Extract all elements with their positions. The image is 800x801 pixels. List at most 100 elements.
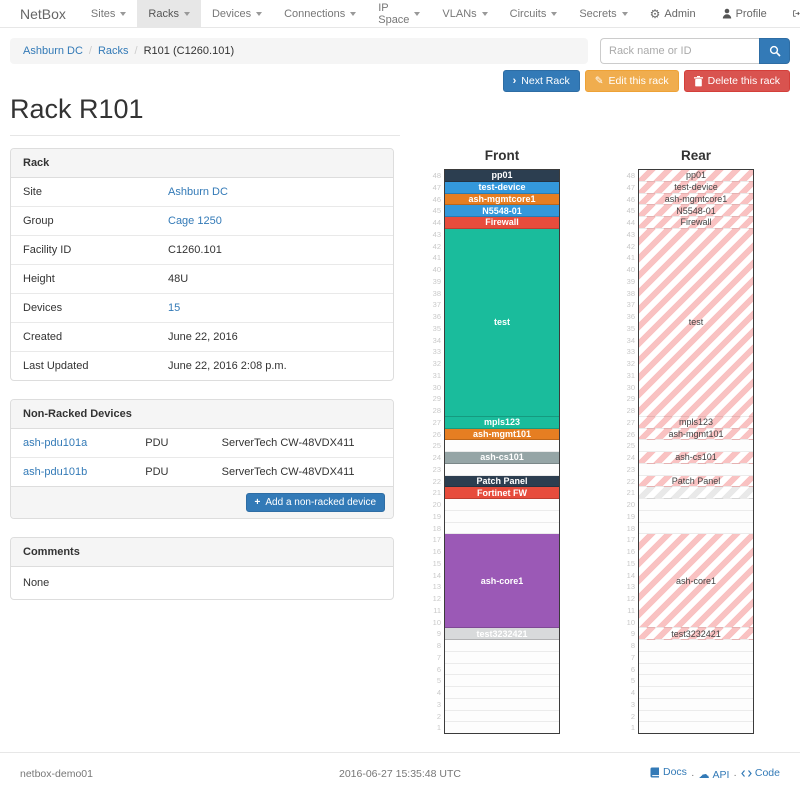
unit-number: 44 xyxy=(624,217,638,229)
rack-device-pp01[interactable]: pp01 xyxy=(639,170,753,182)
unit-number: 1 xyxy=(624,722,638,734)
unit-number: 32 xyxy=(430,358,444,370)
front-rack-grid: pp01test-deviceash-mgmtcore1N5548-01Fire… xyxy=(444,169,560,734)
api-link[interactable]: ☁API xyxy=(698,769,729,781)
rack-device-ash-mgmt101[interactable]: ash-mgmt101 xyxy=(639,429,753,441)
device-link[interactable]: ash-pdu101b xyxy=(23,466,87,478)
rack-device-pp01[interactable]: pp01 xyxy=(445,170,559,182)
add-non-racked-device-button[interactable]: +Add a non-racked device xyxy=(246,493,385,512)
group-link[interactable]: Cage 1250 xyxy=(168,215,222,227)
docs-link[interactable]: Docs xyxy=(650,766,687,778)
table-row: SiteAshburn DC xyxy=(11,178,393,207)
unit-number: 24 xyxy=(430,452,444,464)
rack-device-mpls123[interactable]: mpls123 xyxy=(639,417,753,429)
unit-numbers-column: 4847464544434241403938373635343332313029… xyxy=(624,169,638,734)
brand[interactable]: NetBox xyxy=(6,0,80,27)
unit-number: 35 xyxy=(624,323,638,335)
edit-rack-button[interactable]: ✎ Edit this rack xyxy=(585,70,679,92)
caret-down-icon xyxy=(414,12,420,16)
next-rack-button[interactable]: ›Next Rack xyxy=(503,70,580,92)
table-row: Last UpdatedJune 22, 2016 2:08 p.m. xyxy=(11,352,393,381)
main-content: Rack SiteAshburn DC GroupCage 1250 Facil… xyxy=(0,148,800,734)
cloud-icon: ☁ xyxy=(698,770,709,781)
book-icon xyxy=(650,767,660,778)
breadcrumb-separator: / xyxy=(135,45,138,57)
device-link[interactable]: ash-pdu101a xyxy=(23,437,87,449)
left-column: Rack SiteAshburn DC GroupCage 1250 Facil… xyxy=(10,148,394,618)
unit-number: 13 xyxy=(624,581,638,593)
site-link[interactable]: Ashburn DC xyxy=(168,186,228,198)
attr-label: Height xyxy=(11,265,156,294)
nav-item-label: VLANs xyxy=(442,8,476,20)
unit-number: 8 xyxy=(430,640,444,652)
rack-device-firewall[interactable]: Firewall xyxy=(445,217,559,229)
rack-unit-empty xyxy=(639,699,753,711)
admin-link[interactable]: ⚙ Admin xyxy=(639,7,707,21)
rack-device-ash-cs101[interactable]: ash-cs101 xyxy=(639,452,753,464)
rack-device-n5548-01[interactable]: N5548-01 xyxy=(639,205,753,217)
rack-device-ash-mgmt101[interactable]: ash-mgmt101 xyxy=(445,429,559,441)
breadcrumb-site-link[interactable]: Ashburn DC xyxy=(23,45,83,57)
rack-device-ash-core1[interactable]: ash-core1 xyxy=(639,534,753,628)
rack-device-ash-mgmtcore1[interactable]: ash-mgmtcore1 xyxy=(445,194,559,206)
rack-device-test[interactable]: test xyxy=(639,229,753,417)
rack-device-patch-panel[interactable]: Patch Panel xyxy=(639,476,753,488)
nav-item-secrets[interactable]: Secrets xyxy=(568,0,638,27)
unit-number: 42 xyxy=(430,241,444,253)
rack-device-mpls123[interactable]: mpls123 xyxy=(445,417,559,429)
rear-rack-grid: pp01test-deviceash-mgmtcore1N5548-01Fire… xyxy=(638,169,754,734)
rack-device-test3232421[interactable]: test3232421 xyxy=(445,628,559,640)
nav-item-racks[interactable]: Racks xyxy=(137,0,201,27)
rack-device-n5548-01[interactable]: N5548-01 xyxy=(445,205,559,217)
rack-device-fortinet-fw[interactable] xyxy=(639,487,753,499)
unit-number: 44 xyxy=(430,217,444,229)
logout-link[interactable]: Log out xyxy=(782,2,800,26)
footer-timestamp: 2016-06-27 15:35:48 UTC xyxy=(273,768,526,780)
rack-device-patch-panel[interactable]: Patch Panel xyxy=(445,476,559,488)
nav-item-vlans[interactable]: VLANs xyxy=(431,0,498,27)
rack-device-test[interactable]: test xyxy=(445,229,559,417)
unit-number: 30 xyxy=(430,382,444,394)
profile-link[interactable]: Profile xyxy=(711,8,778,20)
nav-menu: Sites Racks Devices Connections IP Space… xyxy=(80,0,639,27)
unit-number: 37 xyxy=(430,299,444,311)
code-icon xyxy=(741,769,752,778)
nav-item-ip-space[interactable]: IP Space xyxy=(367,0,431,27)
rack-unit-empty xyxy=(639,523,753,535)
pencil-icon: ✎ xyxy=(595,75,604,87)
rack-unit-empty xyxy=(639,664,753,676)
rack-device-ash-cs101[interactable]: ash-cs101 xyxy=(445,452,559,464)
rack-device-ash-core1[interactable]: ash-core1 xyxy=(445,534,559,628)
unit-number: 28 xyxy=(430,405,444,417)
code-link[interactable]: Code xyxy=(741,767,780,779)
unit-number: 13 xyxy=(430,581,444,593)
rack-device-test-device[interactable]: test-device xyxy=(639,182,753,194)
unit-number: 29 xyxy=(430,393,444,405)
nav-item-connections[interactable]: Connections xyxy=(273,0,367,27)
nav-item-devices[interactable]: Devices xyxy=(201,0,273,27)
rack-device-test3232421[interactable]: test3232421 xyxy=(639,628,753,640)
unit-number: 3 xyxy=(624,699,638,711)
rack-device-fortinet-fw[interactable]: Fortinet FW xyxy=(445,487,559,499)
unit-number: 37 xyxy=(624,299,638,311)
breadcrumb-racks-link[interactable]: Racks xyxy=(98,45,129,57)
rack-search-button[interactable] xyxy=(759,38,790,64)
unit-number: 27 xyxy=(430,417,444,429)
api-label: API xyxy=(712,769,729,781)
unit-number: 28 xyxy=(624,405,638,417)
nav-item-circuits[interactable]: Circuits xyxy=(499,0,569,27)
nav-item-label: Sites xyxy=(91,8,115,20)
rack-search-input[interactable] xyxy=(600,38,759,64)
devices-count-link[interactable]: 15 xyxy=(168,302,180,314)
delete-rack-button[interactable]: Delete this rack xyxy=(684,70,790,92)
nav-item-sites[interactable]: Sites xyxy=(80,0,137,27)
delete-rack-label: Delete this rack xyxy=(708,75,780,87)
rack-device-firewall[interactable]: Firewall xyxy=(639,217,753,229)
page-actions: ›Next Rack ✎ Edit this rack Delete this r… xyxy=(10,70,790,92)
unit-number: 9 xyxy=(430,628,444,640)
unit-number: 2 xyxy=(430,711,444,723)
rack-device-ash-mgmtcore1[interactable]: ash-mgmtcore1 xyxy=(639,194,753,206)
rack-device-test-device[interactable]: test-device xyxy=(445,182,559,194)
edit-rack-label: Edit this rack xyxy=(609,75,669,87)
chevron-right-icon: › xyxy=(513,76,517,87)
